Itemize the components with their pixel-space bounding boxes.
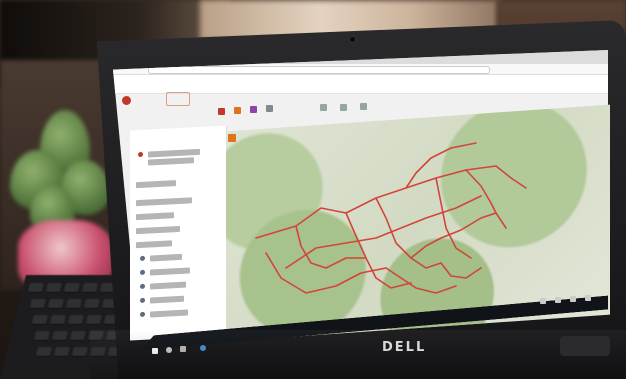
tray-icon[interactable] [555,297,561,303]
keyboard-key [35,347,52,357]
sidebar-row[interactable] [136,225,180,235]
url-field[interactable] [148,66,490,74]
keyboard-key [71,347,88,357]
keyboard-key [33,331,50,341]
sidebar-row[interactable] [136,180,176,189]
keyboard-key [31,315,48,325]
route-line [385,267,457,294]
layer-icon [140,297,145,304]
laptop-bezel [90,330,626,379]
toolbar-icon[interactable] [250,106,257,113]
route-line [285,195,482,269]
toolbar-icon[interactable] [360,103,367,110]
route-line [440,262,482,279]
keyboard-key [85,315,102,325]
keyboard-key [53,347,70,357]
keyboard-key [67,315,84,325]
keyboard-key [45,283,62,293]
route-line [495,165,527,189]
photo-scene: DELL [0,0,626,379]
toolbar-icon[interactable] [218,108,225,115]
keyboard-key [65,299,82,309]
toolbar-icon[interactable] [320,104,327,111]
keyboard-key [51,331,68,341]
route-line [405,142,477,189]
keyboard-key [29,299,46,309]
keyboard-key [63,283,80,293]
layer-icon [140,269,145,276]
layer-icon [140,255,145,262]
sidebar-row[interactable] [150,253,182,262]
sidebar-row[interactable] [136,212,174,221]
red-marker-icon [138,151,143,158]
route-line [465,169,507,229]
sidebar-row[interactable] [136,240,172,249]
route-line [435,177,472,259]
layer-sidebar [130,125,227,341]
tray-icon[interactable] [570,296,576,302]
tray-icon[interactable] [540,298,546,304]
route-line [255,165,497,239]
laptop-hinge [560,336,610,356]
webcam-icon [350,37,355,42]
keyboard-key [83,299,100,309]
toolbar-icon[interactable] [266,105,273,112]
keyboard-key [69,331,86,341]
app-logo-icon[interactable] [122,96,131,105]
secondary-logo [166,92,190,106]
toolbar-icon[interactable] [234,107,241,114]
tray-icon[interactable] [585,295,591,301]
sidebar-row[interactable] [150,295,184,304]
sidebar-row[interactable] [150,267,190,276]
layer-icon [140,283,145,290]
route-line [265,252,387,294]
dell-logo: DELL [382,340,427,355]
sidebar-row[interactable] [136,197,192,207]
route-line [375,197,442,269]
sidebar-row[interactable] [150,281,186,290]
route-line [325,257,367,269]
toolbar-icon[interactable] [340,104,347,111]
keyboard-key [81,283,98,293]
route-line [345,212,412,289]
keyboard-key [47,299,64,309]
keyboard-key [27,283,44,293]
route-overlay [255,142,527,294]
sidebar-row[interactable] [148,157,194,166]
sidebar-row[interactable] [150,309,188,318]
layer-icon [140,311,145,318]
keyboard-key [49,315,66,325]
